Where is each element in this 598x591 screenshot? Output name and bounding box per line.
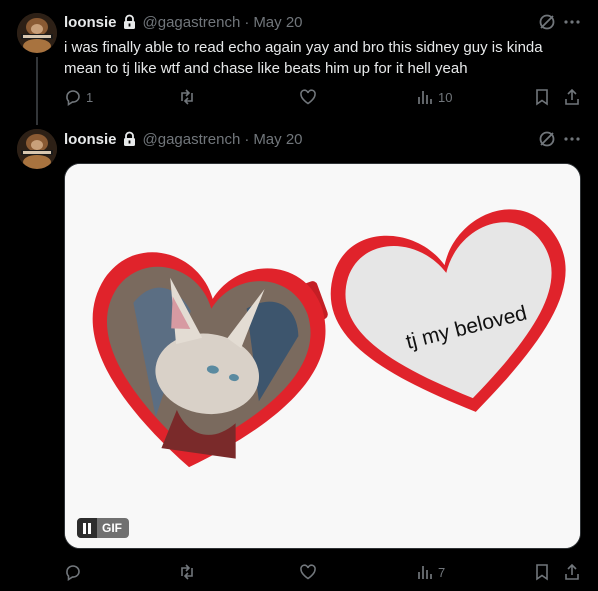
- reply-icon: [64, 563, 82, 581]
- views-icon: [416, 88, 434, 106]
- like-button[interactable]: [299, 563, 317, 581]
- display-name[interactable]: loonsie: [64, 14, 117, 31]
- views-button[interactable]: 7: [416, 563, 445, 581]
- repost-button[interactable]: [178, 563, 196, 581]
- reply-button[interactable]: 1: [64, 88, 93, 106]
- bookmark-button[interactable]: [533, 563, 551, 581]
- heart-icon: [299, 563, 317, 581]
- views-button[interactable]: 10: [416, 88, 452, 106]
- display-name[interactable]: loonsie: [64, 131, 117, 148]
- bookmark-button[interactable]: [533, 88, 551, 106]
- tweet-text: i was finally able to read echo again ya…: [64, 39, 543, 77]
- reply-button[interactable]: [64, 563, 82, 581]
- heart-icon: [299, 88, 317, 106]
- more-icon[interactable]: [562, 129, 582, 149]
- bookmark-icon: [533, 563, 551, 581]
- repost-button[interactable]: [178, 88, 196, 106]
- share-button[interactable]: [563, 88, 581, 106]
- like-button[interactable]: [299, 88, 317, 106]
- tweet-header: loonsie @gagastrench · May 20: [64, 128, 303, 150]
- share-button[interactable]: [563, 563, 581, 581]
- separator: ·: [244, 13, 250, 31]
- heart-locket-image: tj my beloved: [65, 164, 580, 548]
- pause-icon[interactable]: [77, 518, 97, 538]
- gif-badge[interactable]: GIF: [77, 518, 129, 538]
- views-icon: [416, 563, 434, 581]
- repost-icon: [178, 88, 196, 106]
- reply-icon: [64, 88, 82, 106]
- grok-icon[interactable]: [537, 129, 557, 149]
- separator: ·: [244, 130, 250, 148]
- tweet-date[interactable]: May 20: [253, 14, 302, 31]
- lock-icon: [122, 14, 137, 30]
- tweet-header: loonsie @gagastrench · May 20: [64, 11, 303, 33]
- user-handle[interactable]: @gagastrench: [143, 14, 241, 31]
- views-count: 7: [438, 564, 446, 580]
- repost-icon: [178, 563, 196, 581]
- gif-label: GIF: [102, 521, 122, 535]
- tweet-date[interactable]: May 20: [253, 131, 302, 148]
- grok-icon[interactable]: [537, 12, 557, 32]
- views-count: 10: [438, 89, 453, 105]
- thread-line: [36, 57, 38, 125]
- bookmark-icon: [533, 88, 551, 106]
- lock-icon: [122, 131, 137, 147]
- share-icon: [563, 563, 581, 581]
- avatar[interactable]: [17, 129, 57, 169]
- reply-count: 1: [86, 89, 94, 105]
- gif-media[interactable]: tj my beloved GIF: [64, 163, 581, 549]
- more-icon[interactable]: [562, 12, 582, 32]
- user-handle[interactable]: @gagastrench: [143, 131, 241, 148]
- avatar[interactable]: [17, 13, 57, 53]
- share-icon: [563, 88, 581, 106]
